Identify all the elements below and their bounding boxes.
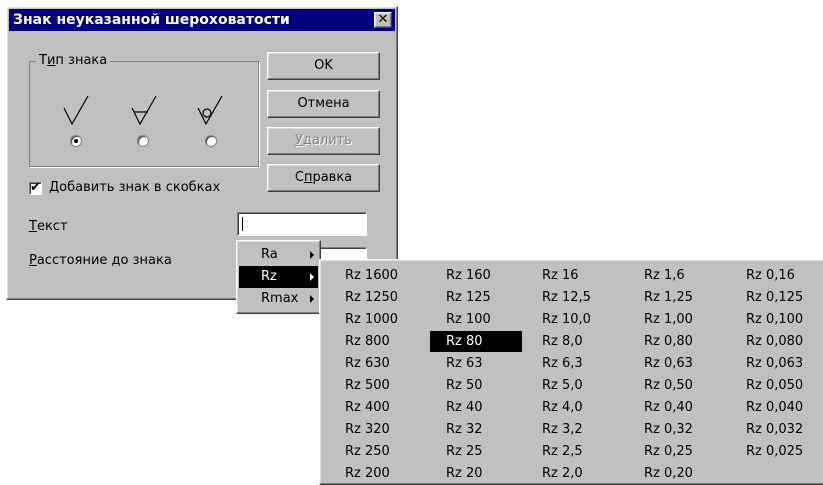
rz-value-item[interactable]: Rz 3,2 bbox=[526, 419, 618, 440]
rz-value-item[interactable]: Rz 0,025 bbox=[730, 441, 822, 462]
rz-value-item[interactable]: Rz 1000 bbox=[329, 309, 421, 330]
rz-value-item[interactable]: Rz 8,0 bbox=[526, 331, 618, 352]
rz-value-item[interactable]: Rz 32 bbox=[430, 419, 522, 440]
rz-value-item[interactable]: Rz 1600 bbox=[329, 265, 421, 286]
rz-value-item[interactable]: Rz 100 bbox=[430, 309, 522, 330]
rz-value-item[interactable]: Rz 200 bbox=[329, 463, 421, 484]
rz-value-item[interactable]: Rz 160 bbox=[430, 265, 522, 286]
sign-type-label: Тип знака bbox=[36, 53, 111, 68]
sign-type-radio-no-removal[interactable] bbox=[205, 135, 217, 147]
roughness-basic-icon bbox=[63, 95, 89, 126]
rz-value-item[interactable]: Rz 1,6 bbox=[628, 265, 720, 286]
submenu-arrow-icon bbox=[310, 273, 314, 281]
rz-value-item[interactable]: Rz 0,040 bbox=[730, 397, 822, 418]
rz-value-item[interactable]: Rz 125 bbox=[430, 287, 522, 308]
rz-value-item[interactable]: Rz 1250 bbox=[329, 287, 421, 308]
menu-item-rmax[interactable]: Rmax bbox=[239, 288, 318, 310]
add-parentheses-checkbox[interactable]: ✔ bbox=[29, 180, 42, 195]
close-icon: ✕ bbox=[377, 12, 389, 27]
rz-value-item[interactable]: Rz 0,063 bbox=[730, 353, 822, 374]
menu-item-rz[interactable]: Rz bbox=[239, 266, 318, 288]
rz-value-item[interactable]: Rz 0,16 bbox=[730, 265, 822, 286]
submenu-arrow-icon bbox=[310, 251, 314, 259]
rz-value-item[interactable]: Rz 0,32 bbox=[628, 419, 720, 440]
roughness-removal-icon bbox=[131, 95, 157, 126]
delete-button[interactable]: Удалить bbox=[267, 127, 380, 155]
rz-value-item[interactable]: Rz 40 bbox=[430, 397, 522, 418]
rz-value-item[interactable]: Rz 0,080 bbox=[730, 331, 822, 352]
help-button[interactable]: Справка bbox=[267, 164, 380, 192]
rz-value-item[interactable]: Rz 0,050 bbox=[730, 375, 822, 396]
submenu-arrow-icon bbox=[310, 295, 314, 303]
rz-value-item[interactable]: Rz 320 bbox=[329, 419, 421, 440]
rz-value-item[interactable]: Rz 50 bbox=[430, 375, 522, 396]
rz-value-item[interactable]: Rz 400 bbox=[329, 397, 421, 418]
text-input[interactable] bbox=[237, 212, 367, 236]
rz-value-item[interactable]: Rz 20 bbox=[430, 463, 522, 484]
menu-item-ra[interactable]: Ra bbox=[239, 244, 318, 266]
close-button[interactable]: ✕ bbox=[374, 12, 392, 28]
rz-value-item[interactable]: Rz 800 bbox=[329, 331, 421, 352]
sign-type-group: Тип знака bbox=[29, 53, 259, 167]
cancel-button[interactable]: Отмена bbox=[267, 90, 380, 118]
text-caret bbox=[242, 217, 243, 231]
rz-value-item[interactable]: Rz 2,5 bbox=[526, 441, 618, 462]
distance-label: Расстояние до знака bbox=[29, 253, 172, 268]
check-icon: ✔ bbox=[30, 180, 41, 195]
rz-value-item[interactable]: Rz 4,0 bbox=[526, 397, 618, 418]
rz-value-item[interactable]: Rz 10,0 bbox=[526, 309, 618, 330]
rz-value-item[interactable]: Rz 0,125 bbox=[730, 287, 822, 308]
rz-value-item[interactable]: Rz 0,100 bbox=[730, 309, 822, 330]
rz-value-item[interactable]: Rz 250 bbox=[329, 441, 421, 462]
rz-value-item[interactable]: Rz 5,0 bbox=[526, 375, 618, 396]
rz-value-item[interactable]: Rz 500 bbox=[329, 375, 421, 396]
rz-value-item[interactable]: Rz 12,5 bbox=[526, 287, 618, 308]
parameter-menu: Ra Rz Rmax bbox=[236, 240, 321, 314]
roughness-no-removal-icon bbox=[197, 95, 223, 126]
rz-value-item[interactable]: Rz 16 bbox=[526, 265, 618, 286]
rz-value-item[interactable]: Rz 0,63 bbox=[628, 353, 720, 374]
rz-value-item[interactable]: Rz 1,25 bbox=[628, 287, 720, 308]
rz-values-submenu: Rz 1600 Rz 1250 Rz 1000 Rz 800 Rz 630 Rz 500 R… bbox=[319, 259, 823, 485]
add-parentheses-label[interactable]: Добавить знак в скобках bbox=[49, 180, 220, 195]
rz-value-item[interactable]: Rz 1,00 bbox=[628, 309, 720, 330]
rz-value-item[interactable]: Rz 6,3 bbox=[526, 353, 618, 374]
sign-type-radio-basic[interactable] bbox=[70, 135, 82, 147]
rz-value-item[interactable]: Rz 0,032 bbox=[730, 419, 822, 440]
roughness-dialog: Знак неуказанной шероховатости ✕ Тип зна… bbox=[6, 6, 398, 300]
rz-value-item[interactable]: Rz 63 bbox=[430, 353, 522, 374]
rz-value-item[interactable]: Rz 0,50 bbox=[628, 375, 720, 396]
rz-value-item[interactable]: Rz 80 bbox=[430, 331, 522, 352]
rz-value-item[interactable]: Rz 2,0 bbox=[526, 463, 618, 484]
text-label: Текст bbox=[29, 219, 68, 234]
rz-value-item[interactable]: Rz 0,20 bbox=[628, 463, 720, 484]
sign-type-radio-removal[interactable] bbox=[137, 135, 149, 147]
rz-value-item[interactable]: Rz 0,25 bbox=[628, 441, 720, 462]
dialog-title: Знак неуказанной шероховатости bbox=[13, 12, 290, 28]
rz-value-item[interactable]: Rz 630 bbox=[329, 353, 421, 374]
title-bar[interactable]: Знак неуказанной шероховатости ✕ bbox=[9, 9, 395, 31]
ok-button[interactable]: OK bbox=[267, 52, 380, 80]
rz-value-item[interactable]: Rz 25 bbox=[430, 441, 522, 462]
rz-value-item[interactable]: Rz 0,80 bbox=[628, 331, 720, 352]
rz-value-item[interactable]: Rz 0,40 bbox=[628, 397, 720, 418]
